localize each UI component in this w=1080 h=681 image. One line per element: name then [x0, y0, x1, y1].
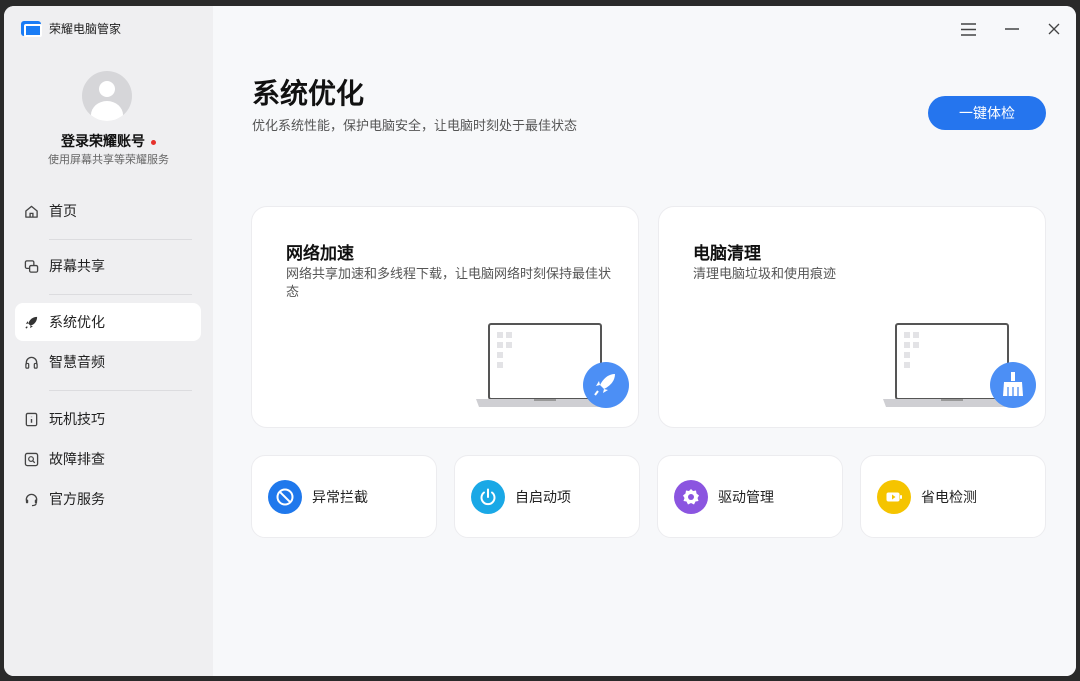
avatar-body	[91, 101, 123, 121]
account-name: 登录荣耀账号	[61, 134, 145, 150]
divider	[49, 294, 192, 295]
sidebar-item-label: 故障排查	[49, 452, 105, 468]
rocket-icon	[23, 314, 39, 330]
sidebar-item-official-service[interactable]: 官方服务	[15, 480, 201, 518]
block-icon	[268, 479, 302, 514]
card-description: 网络共享加速和多线程下载，让电脑网络时刻保持最佳状态	[286, 267, 612, 300]
laptop-broom-illustration	[883, 323, 1036, 408]
sidebar-item-tips[interactable]: 玩机技巧	[15, 400, 201, 438]
app-logo-icon	[21, 21, 42, 37]
network-acceleration-card[interactable]: 网络加速 网络共享加速和多线程下载，让电脑网络时刻保持最佳状态	[251, 206, 639, 428]
sidebar-item-label: 玩机技巧	[49, 412, 105, 428]
tool-card-abnormal-intercept[interactable]: 异常拦截	[251, 455, 437, 538]
close-icon[interactable]	[1045, 20, 1063, 38]
one-click-check-button[interactable]: 一键体检	[928, 96, 1046, 130]
app-title: 荣耀电脑管家	[49, 22, 122, 36]
laptop-rocket-illustration	[476, 323, 629, 408]
sidebar-item-screen-share[interactable]: 屏幕共享	[15, 247, 201, 285]
account-login-link[interactable]: 登录荣耀账号	[4, 131, 213, 151]
pc-cleanup-card[interactable]: 电脑清理 清理电脑垃圾和使用痕迹	[658, 206, 1046, 428]
menu-icon[interactable]	[959, 20, 977, 38]
avatar[interactable]	[82, 71, 132, 121]
divider	[49, 239, 192, 240]
tool-label: 省电检测	[921, 489, 977, 506]
tool-label: 异常拦截	[312, 489, 368, 506]
avatar-head	[99, 81, 115, 97]
card-title: 网络加速	[286, 244, 354, 264]
tool-card-power-saving-check[interactable]: 省电检测	[860, 455, 1046, 538]
tool-label: 驱动管理	[718, 489, 774, 506]
sidebar-item-troubleshoot[interactable]: 故障排查	[15, 440, 201, 478]
sidebar-item-label: 智慧音频	[49, 355, 105, 371]
gear-icon	[674, 479, 708, 514]
headset-icon	[23, 491, 39, 507]
minimize-icon[interactable]	[1003, 20, 1021, 38]
tips-icon	[23, 411, 39, 427]
card-title: 电脑清理	[693, 244, 761, 264]
battery-icon	[877, 479, 911, 514]
power-icon	[471, 479, 505, 514]
tool-card-startup-items[interactable]: 自启动项	[454, 455, 640, 538]
page-subtitle: 优化系统性能，保护电脑安全，让电脑时刻处于最佳状态	[252, 119, 578, 134]
tool-label: 自启动项	[515, 489, 571, 506]
headphones-icon	[23, 354, 39, 370]
sidebar-item-system-optimize[interactable]: 系统优化	[15, 303, 201, 341]
sidebar-item-label: 屏幕共享	[49, 259, 105, 275]
app-header: 荣耀电脑管家	[21, 20, 121, 37]
sidebar-item-label: 官方服务	[49, 492, 105, 508]
main-content: 系统优化 优化系统性能，保护电脑安全，让电脑时刻处于最佳状态 一键体检 网络加速…	[213, 6, 1076, 676]
notification-dot	[151, 139, 156, 145]
account-subtitle: 使用屏幕共享等荣耀服务	[48, 153, 169, 166]
sidebar-item-smart-audio[interactable]: 智慧音频	[15, 343, 201, 381]
divider	[49, 390, 192, 391]
screen-share-icon	[23, 258, 39, 274]
tool-card-driver-management[interactable]: 驱动管理	[657, 455, 843, 538]
card-description: 清理电脑垃圾和使用痕迹	[693, 267, 837, 282]
sidebar-item-home[interactable]: 首页	[15, 192, 201, 230]
sidebar: 荣耀电脑管家 登录荣耀账号 使用屏幕共享等荣耀服务 首页 屏幕共享 系统优化 智…	[4, 6, 213, 676]
sidebar-item-label: 首页	[49, 204, 77, 220]
app-window: 荣耀电脑管家 登录荣耀账号 使用屏幕共享等荣耀服务 首页 屏幕共享 系统优化 智…	[4, 6, 1076, 676]
home-icon	[23, 203, 39, 219]
sidebar-item-label: 系统优化	[49, 315, 105, 331]
troubleshoot-icon	[23, 451, 39, 467]
page-title: 系统优化	[252, 77, 365, 110]
